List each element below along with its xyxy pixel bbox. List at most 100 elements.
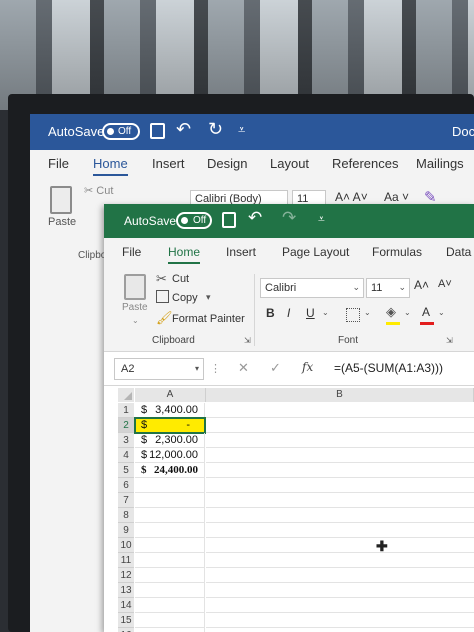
font-name-select[interactable]: Calibri ⌄ [260, 278, 364, 298]
select-all-button[interactable] [118, 388, 134, 402]
row-header-selected[interactable]: 2 [118, 418, 134, 433]
cancel-icon[interactable]: ✕ [238, 360, 249, 376]
font-color-icon[interactable]: A [422, 305, 430, 319]
column-header-a[interactable]: A [135, 388, 206, 402]
word-customize-qat-icon[interactable]: ⩡ [238, 122, 245, 138]
copy-icon[interactable] [156, 290, 169, 303]
row-header[interactable]: 15 [118, 613, 134, 628]
row-header[interactable]: 3 [118, 433, 134, 448]
excel-redo-icon[interactable]: ↷ [282, 208, 296, 228]
word-redo-icon[interactable]: ↻ [208, 119, 223, 140]
cell-a12[interactable] [135, 568, 205, 583]
word-save-icon[interactable] [150, 123, 165, 139]
row-header[interactable]: 12 [118, 568, 134, 583]
excel-undo-icon[interactable]: ↶ [248, 208, 262, 228]
font-color-dropdown-icon[interactable]: ⌄ [438, 308, 445, 317]
word-tab-design[interactable]: Design [207, 156, 247, 171]
word-undo-icon[interactable]: ↶ [176, 119, 191, 140]
word-tab-insert[interactable]: Insert [152, 156, 185, 171]
cell-a15[interactable] [135, 613, 205, 628]
format-painter-button[interactable]: Format Painter [172, 313, 245, 325]
spreadsheet-grid[interactable]: A B 1 2 3 4 5 6 7 8 9 10 11 12 13 14 15 … [104, 386, 474, 632]
row-header[interactable]: 11 [118, 553, 134, 568]
copy-button[interactable]: Copy [172, 292, 198, 304]
excel-tab-formulas[interactable]: Formulas [372, 245, 422, 259]
row-header[interactable]: 4 [118, 448, 134, 463]
excel-customize-qat-icon[interactable]: ⩡ [318, 212, 325, 227]
row-header[interactable]: 7 [118, 493, 134, 508]
cell-a10[interactable] [135, 538, 205, 553]
cell-a3[interactable]: $2,300.00 [135, 433, 205, 448]
bold-button[interactable]: B [266, 306, 275, 320]
row-header[interactable]: 9 [118, 523, 134, 538]
paste-icon[interactable] [124, 274, 146, 300]
row-header[interactable]: 8 [118, 508, 134, 523]
cell-a1[interactable]: $3,400.00 [135, 403, 205, 418]
scissors-icon[interactable]: ✂ [156, 271, 167, 287]
cell-a5[interactable]: $24,400.00 [135, 463, 205, 478]
word-tab-mailings[interactable]: Mailings [416, 156, 464, 171]
word-tab-layout[interactable]: Layout [270, 156, 309, 171]
word-paste-icon[interactable] [50, 186, 72, 214]
gridline [206, 582, 474, 583]
word-grow-font-button[interactable]: A˄ A˅ [335, 190, 368, 204]
cell-a11[interactable] [135, 553, 205, 568]
copy-dropdown-icon[interactable]: ▾ [206, 292, 211, 303]
insert-function-icon[interactable]: fx [302, 360, 313, 374]
gridline [206, 462, 474, 463]
paste-dropdown-icon[interactable]: ⌄ [132, 316, 139, 325]
underline-dropdown-icon[interactable]: ⌄ [322, 308, 329, 317]
name-box[interactable]: A2 ▾ [114, 358, 204, 380]
fill-color-icon[interactable]: ◈ [386, 304, 396, 320]
row-header[interactable]: 1 [118, 403, 134, 418]
increase-font-size-button[interactable]: A˄ [414, 278, 429, 292]
cell-a7[interactable] [135, 493, 205, 508]
decrease-font-size-button[interactable]: A˅ [438, 278, 452, 290]
word-tab-references[interactable]: References [332, 156, 398, 171]
word-tab-file[interactable]: File [48, 156, 69, 171]
fill-color-dropdown-icon[interactable]: ⌄ [404, 308, 411, 317]
formula-bar-splitter-icon[interactable]: ⋮ [210, 362, 221, 375]
cut-button[interactable]: Cut [172, 273, 189, 285]
row-header[interactable]: 14 [118, 598, 134, 613]
word-tab-home[interactable]: Home [93, 156, 128, 176]
italic-button[interactable]: I [287, 306, 290, 320]
font-launcher-icon[interactable]: ⇲ [446, 336, 453, 345]
cell-a4[interactable]: $12,000.00 [135, 448, 205, 463]
column-header-b[interactable]: B [206, 388, 474, 402]
paste-button[interactable]: Paste [122, 302, 148, 313]
word-autosave-label: AutoSave [48, 124, 105, 139]
cell-a8[interactable] [135, 508, 205, 523]
borders-dropdown-icon[interactable]: ⌄ [364, 308, 371, 317]
cell-a9[interactable] [135, 523, 205, 538]
font-size-select[interactable]: 11 ⌄ [366, 278, 410, 298]
formula-input[interactable]: =(A5-(SUM(A1:A3))) [334, 361, 443, 375]
word-autosave-toggle[interactable]: Off [102, 123, 140, 140]
row-header[interactable]: 16 [118, 628, 134, 632]
enter-icon[interactable]: ✓ [270, 360, 281, 376]
row-header[interactable]: 13 [118, 583, 134, 598]
excel-tab-home[interactable]: Home [168, 245, 201, 264]
cell-a6[interactable] [135, 478, 205, 493]
excel-save-icon[interactable] [222, 212, 236, 228]
cell-a16[interactable] [135, 628, 205, 632]
word-cut-button[interactable]: ✂ Cut [84, 184, 113, 197]
clipboard-launcher-icon[interactable]: ⇲ [244, 336, 251, 345]
underline-button[interactable]: U [306, 306, 315, 320]
excel-tab-page-layout[interactable]: Page Layout [282, 245, 349, 259]
excel-tab-insert[interactable]: Insert [226, 245, 256, 259]
word-paste-label[interactable]: Paste [48, 216, 76, 228]
word-change-case-button[interactable]: Aa ˅ [384, 190, 409, 204]
cell-a2-selected[interactable]: $ - [134, 417, 206, 434]
row-header[interactable]: 10 [118, 538, 134, 553]
gridline [206, 597, 474, 598]
row-header[interactable]: 6 [118, 478, 134, 493]
cell-a14[interactable] [135, 598, 205, 613]
excel-tab-data[interactable]: Data [446, 245, 471, 259]
format-painter-icon[interactable]: 🖌 [156, 310, 173, 326]
excel-tab-file[interactable]: File [122, 245, 141, 259]
borders-icon[interactable] [346, 308, 360, 322]
cell-a13[interactable] [135, 583, 205, 598]
row-header[interactable]: 5 [118, 463, 134, 478]
excel-autosave-toggle[interactable]: Off [176, 212, 212, 229]
